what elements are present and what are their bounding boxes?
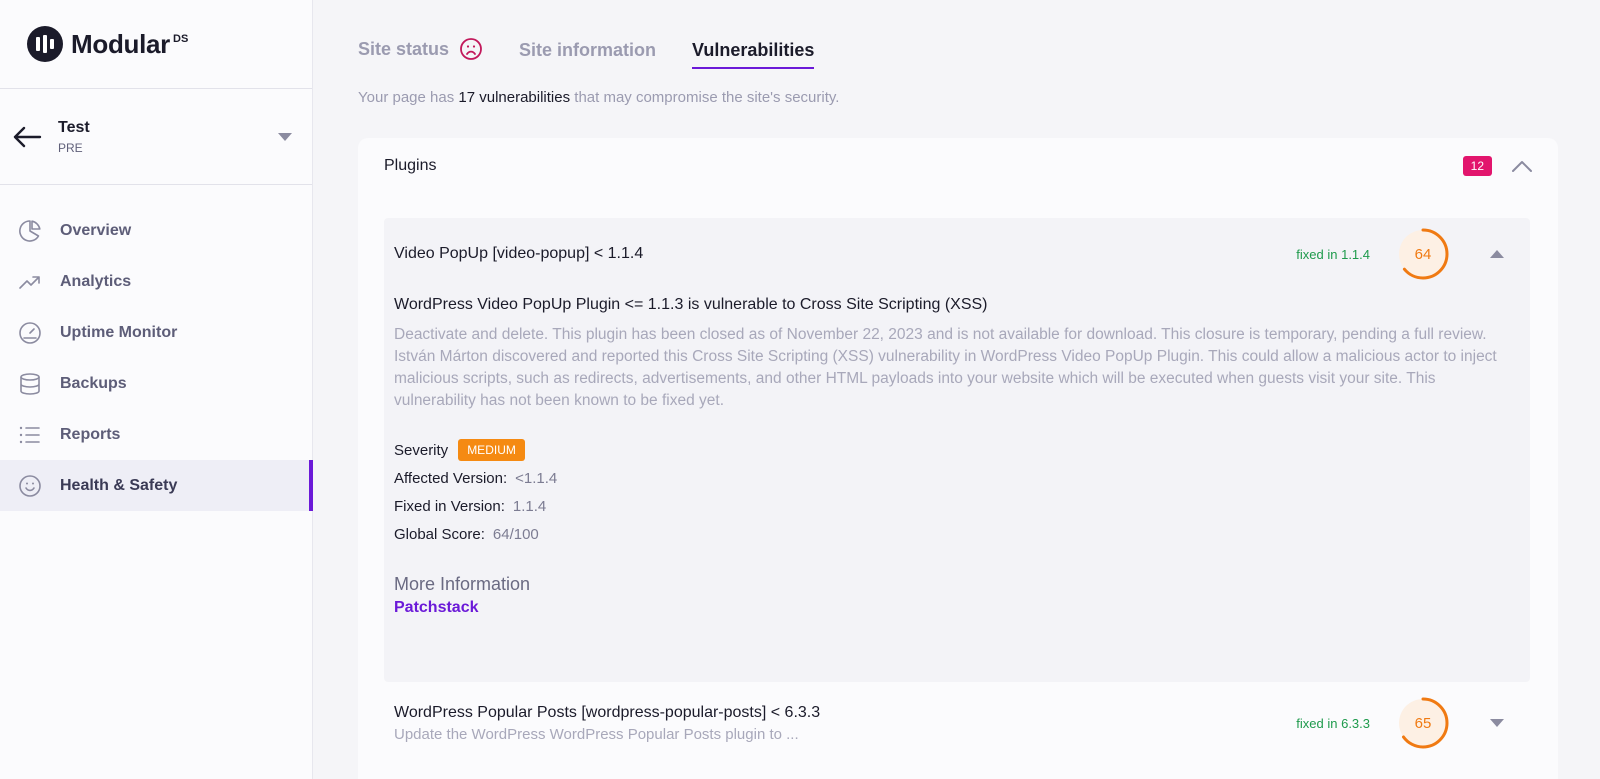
- trend-up-icon: [19, 275, 40, 289]
- tab-site-information[interactable]: Site information: [519, 40, 656, 69]
- sad-face-icon: [460, 38, 482, 60]
- vulnerability-header[interactable]: Video PopUp [video-popup] < 1.1.4 fixed …: [384, 218, 1530, 290]
- affected-version-value: <1.1.4: [515, 469, 558, 487]
- vulnerability-description: Deactivate and delete. This plugin has b…: [394, 326, 1497, 409]
- sidebar: Modular DS Test PRE Overview Analytics U…: [0, 0, 313, 779]
- vulnerability-summary: Your page has 17 vulnerabilities that ma…: [358, 89, 1600, 106]
- sidebar-item-reports[interactable]: Reports: [0, 409, 312, 460]
- sidebar-item-backups[interactable]: Backups: [0, 358, 312, 409]
- sidebar-item-analytics[interactable]: Analytics: [0, 256, 312, 307]
- back-arrow-icon[interactable]: [12, 125, 42, 149]
- global-score-value: 64/100: [492, 525, 539, 543]
- expand-icon[interactable]: [1490, 719, 1504, 727]
- fixed-version-row: Fixed in Version: 1.1.4: [394, 492, 1520, 520]
- sidebar-item-label: Health & Safety: [60, 476, 178, 494]
- brand[interactable]: Modular DS: [0, 0, 312, 89]
- score-value: 64: [1414, 245, 1432, 263]
- vulnerability-name: WordPress Video PopUp Plugin <= 1.1.3 is…: [394, 296, 988, 313]
- score-ring: 65: [1396, 696, 1450, 750]
- more-information-label: More Information: [394, 574, 531, 594]
- severity-label: Severity: [394, 441, 449, 459]
- smile-icon: [19, 474, 41, 497]
- gauge-icon: [19, 321, 41, 344]
- vulnerability-facts: Severity MEDIUM Affected Version: <1.1.4…: [394, 436, 1520, 548]
- fixed-version-value: 1.1.4: [512, 497, 547, 515]
- brand-name: Modular: [71, 28, 171, 59]
- brand-sup: DS: [173, 33, 189, 45]
- tab-label: Site status: [358, 38, 450, 59]
- summary-count: 17 vulnerabilities: [458, 89, 571, 106]
- pie-chart-icon: [19, 219, 41, 242]
- plugins-count-badge: 12: [1462, 156, 1492, 176]
- fixed-in-tag: fixed in 6.3.3: [1296, 715, 1370, 731]
- database-icon: [20, 372, 40, 395]
- sidebar-nav: Overview Analytics Uptime Monitor Backup…: [0, 185, 313, 511]
- fixed-version-label: Fixed in Version:: [394, 497, 505, 515]
- tab-label: Site information: [519, 40, 657, 60]
- affected-version-label: Affected Version:: [394, 469, 508, 487]
- tab-vulnerabilities[interactable]: Vulnerabilities: [692, 40, 815, 69]
- sidebar-item-label: Backups: [60, 374, 127, 392]
- summary-prefix: Your page has: [358, 89, 459, 106]
- severity-badge: MEDIUM: [458, 439, 525, 461]
- score-ring: 64: [1396, 227, 1450, 281]
- sidebar-item-label: Reports: [60, 425, 121, 443]
- list-icon: [19, 426, 40, 443]
- modular-logo-icon: [27, 26, 63, 62]
- global-score-row: Global Score: 64/100: [394, 520, 1520, 548]
- sidebar-item-label: Analytics: [60, 272, 132, 290]
- collapse-icon[interactable]: [1490, 250, 1504, 258]
- vulnerability-item-collapsed[interactable]: WordPress Popular Posts [wordpress-popul…: [384, 688, 1530, 758]
- plugins-title: Plugins: [384, 157, 437, 174]
- vulnerability-title: WordPress Popular Posts [wordpress-popul…: [394, 703, 821, 721]
- vulnerability-item-expanded: Video PopUp [video-popup] < 1.1.4 fixed …: [384, 218, 1530, 682]
- patchstack-link[interactable]: Patchstack: [394, 599, 479, 617]
- severity-row: Severity MEDIUM: [394, 436, 1520, 464]
- plugins-card: Plugins 12 Video PopUp [video-popup] < 1…: [358, 138, 1558, 779]
- vulnerability-summary-text: Update the WordPress WordPress Popular P…: [394, 725, 799, 743]
- site-name: Test: [58, 118, 90, 136]
- sidebar-item-overview[interactable]: Overview: [0, 205, 312, 256]
- sidebar-item-label: Overview: [60, 221, 132, 239]
- plugins-header[interactable]: Plugins 12: [358, 138, 1558, 194]
- site-switcher[interactable]: Test PRE: [0, 89, 312, 185]
- summary-suffix: that may compromise the site's security.: [570, 89, 840, 106]
- fixed-in-tag: fixed in 1.1.4: [1296, 246, 1370, 262]
- tab-bar: Site status Site information Vulnerabili…: [358, 0, 1600, 69]
- chevron-up-icon[interactable]: [1512, 160, 1532, 172]
- global-score-label: Global Score:: [394, 525, 485, 543]
- vulnerability-title: Video PopUp [video-popup] < 1.1.4: [394, 245, 644, 262]
- tab-label: Vulnerabilities: [692, 40, 815, 60]
- site-env: PRE: [58, 140, 83, 155]
- tab-site-status[interactable]: Site status: [358, 37, 483, 69]
- affected-version-row: Affected Version: <1.1.4: [394, 464, 1520, 492]
- main-content: Site status Site information Vulnerabili…: [358, 0, 1600, 779]
- sidebar-item-health-safety[interactable]: Health & Safety: [0, 460, 313, 511]
- chevron-down-icon[interactable]: [278, 132, 292, 141]
- sidebar-item-uptime-monitor[interactable]: Uptime Monitor: [0, 307, 312, 358]
- sidebar-item-label: Uptime Monitor: [60, 323, 178, 341]
- score-value: 65: [1414, 714, 1432, 732]
